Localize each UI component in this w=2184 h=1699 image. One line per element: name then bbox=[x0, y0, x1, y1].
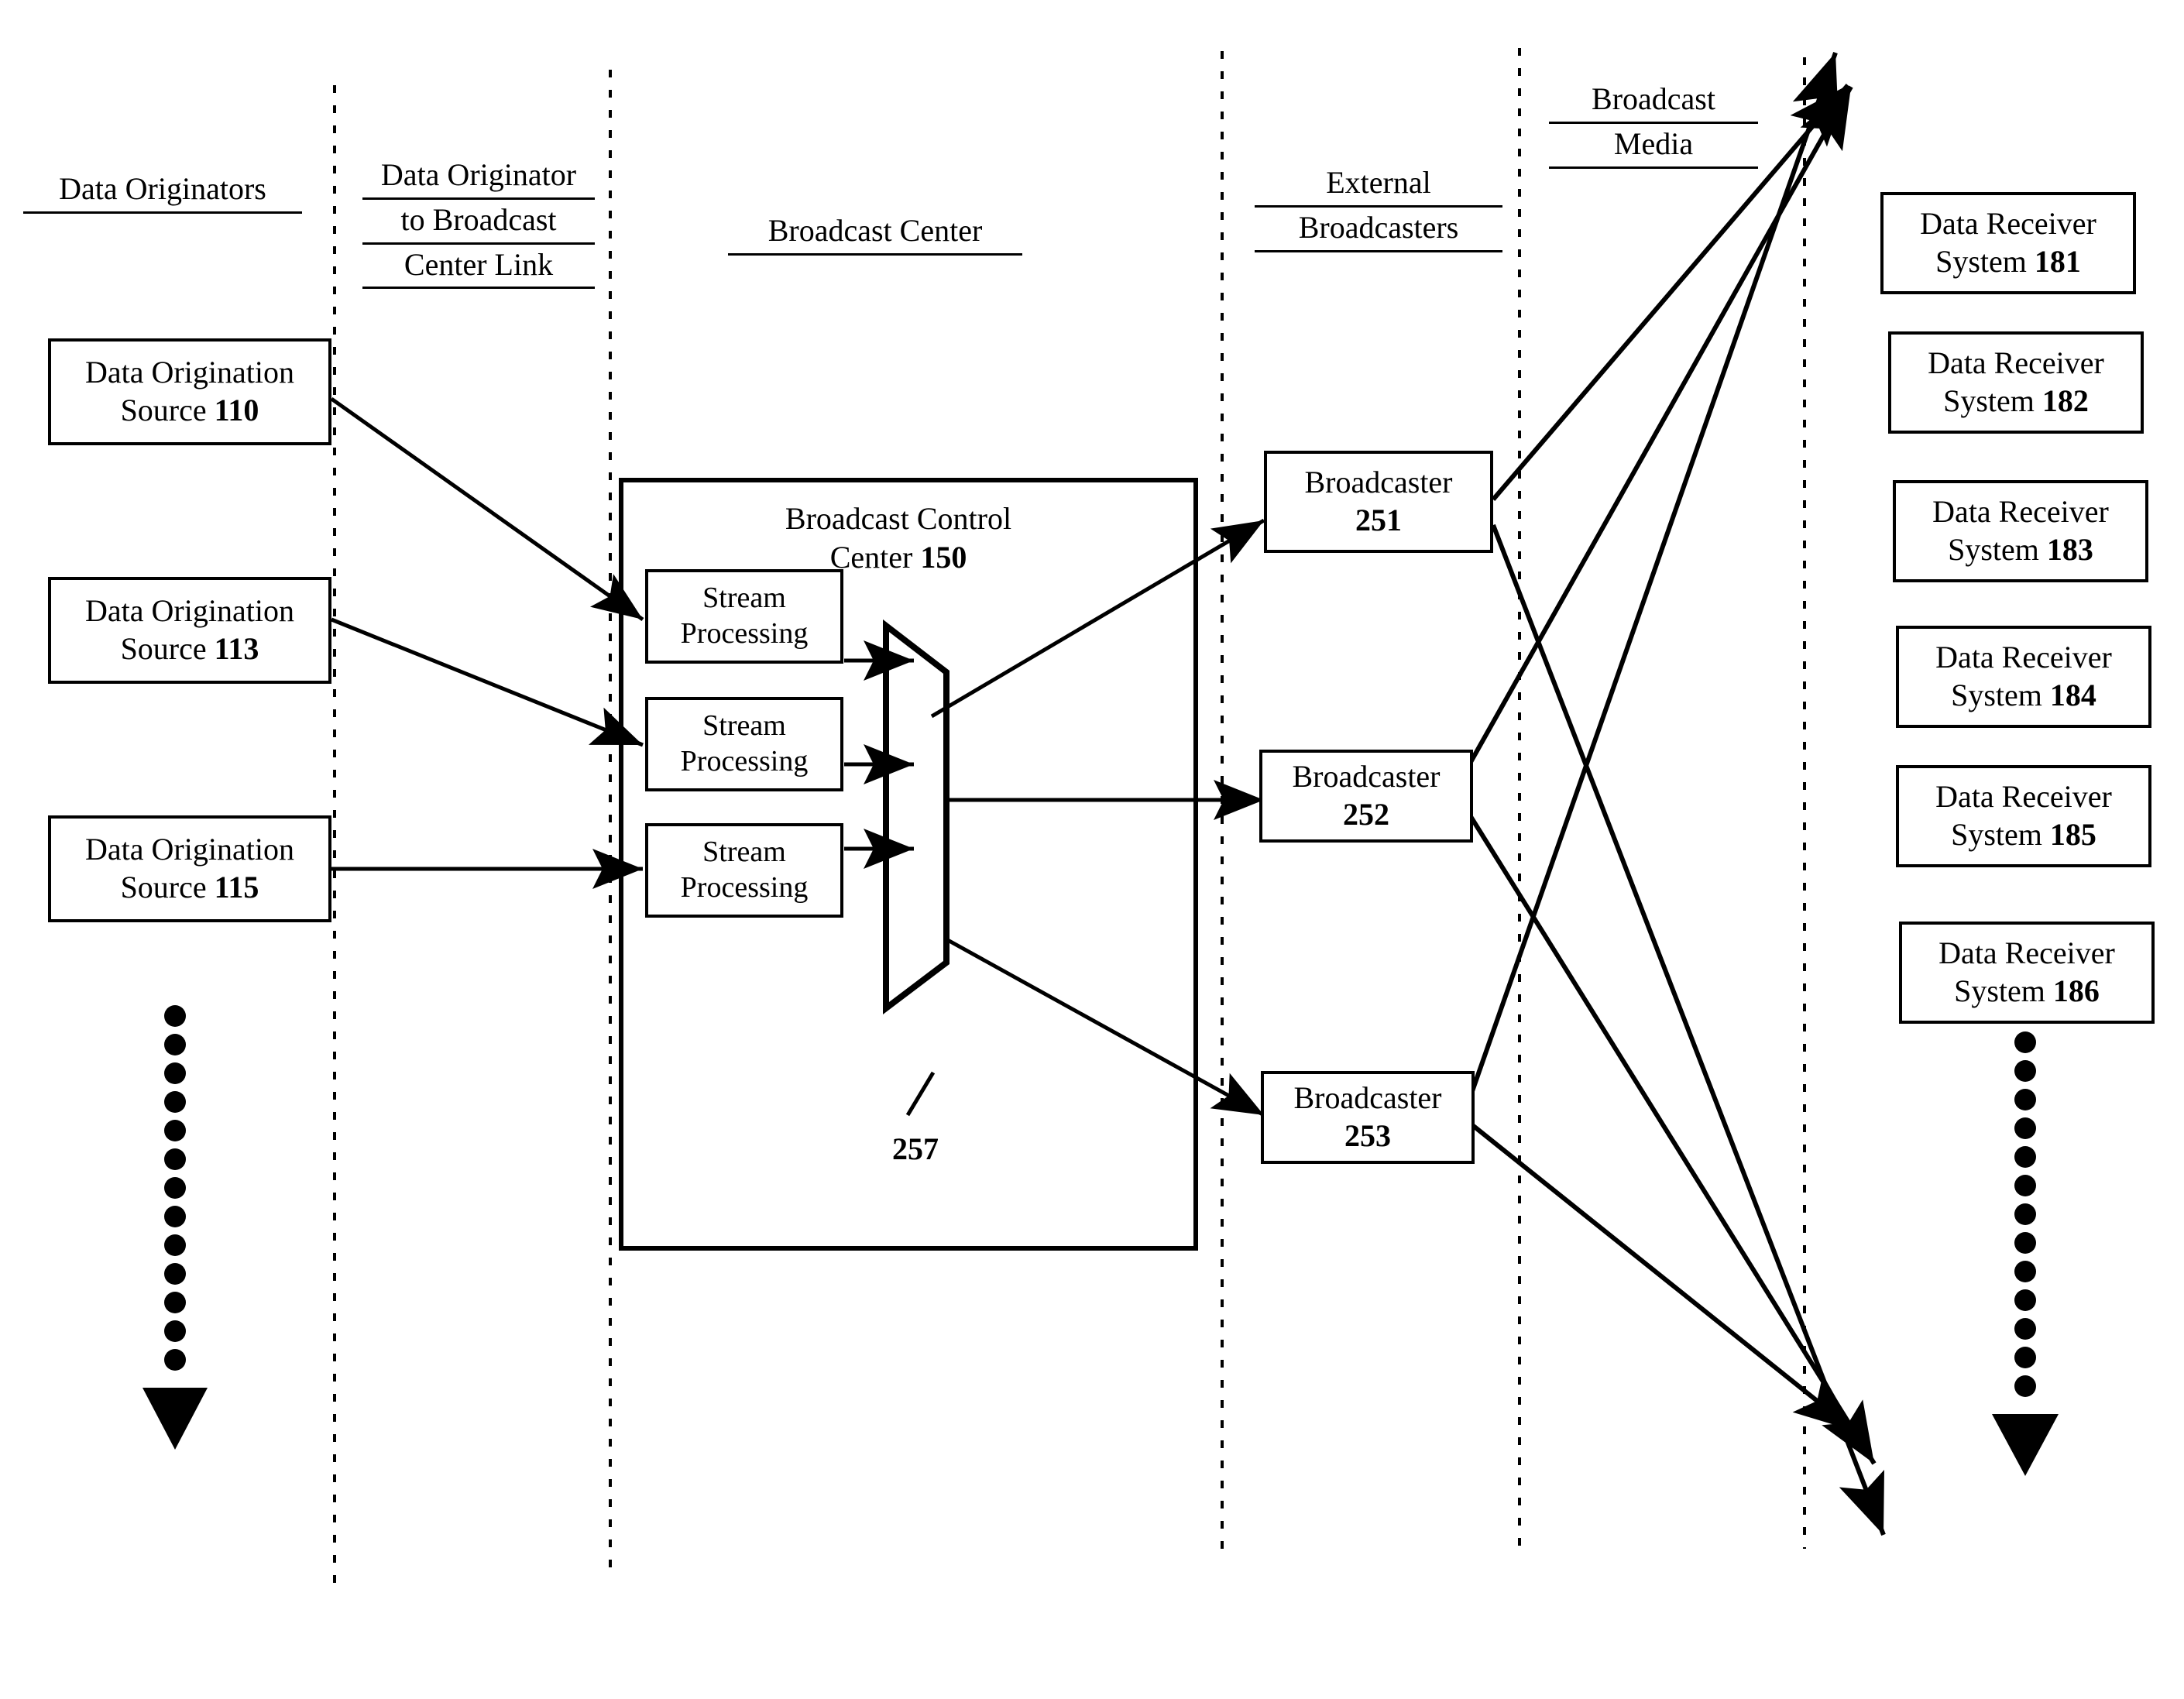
link-source110-to-sp1 bbox=[330, 396, 644, 622]
link-b253-down bbox=[1470, 1122, 1856, 1433]
node-line-2: System 183 bbox=[1948, 532, 2093, 567]
data-receiver-system-182[interactable]: Data Receiver System 182 bbox=[1888, 331, 2144, 434]
node-line-2: 253 bbox=[1344, 1118, 1391, 1153]
node-line-1: Data Origination bbox=[85, 832, 294, 867]
data-receiver-system-183[interactable]: Data Receiver System 183 bbox=[1893, 480, 2148, 582]
left-ellipsis-arrowhead bbox=[143, 1388, 208, 1450]
column-header-line: Broadcast Center bbox=[728, 211, 1022, 256]
data-receiver-system-186[interactable]: Data Receiver System 186 bbox=[1899, 922, 2155, 1024]
node-line-2: Source 110 bbox=[120, 393, 259, 427]
mux-to-broadcaster-links bbox=[930, 518, 1265, 1117]
sp-line-1: Stream bbox=[702, 709, 786, 743]
broadcaster-251[interactable]: Broadcaster 251 bbox=[1264, 451, 1493, 553]
column-header-line: External bbox=[1255, 163, 1502, 208]
link-mux-to-broadcaster253 bbox=[945, 937, 1265, 1117]
stream-to-mux-links bbox=[844, 640, 914, 870]
column-header-line: Media bbox=[1549, 124, 1758, 169]
node-line-2: Source 113 bbox=[120, 631, 259, 666]
sp-line-2: Processing bbox=[680, 871, 809, 904]
node-line-1: Data Receiver bbox=[1928, 345, 2104, 381]
node-line-1: Broadcaster bbox=[1304, 465, 1453, 500]
column-header-line: Broadcasters bbox=[1255, 208, 1502, 252]
broadcaster-252[interactable]: Broadcaster 252 bbox=[1259, 750, 1473, 843]
left-ellipsis-arrow bbox=[143, 1005, 208, 1450]
node-line-2: System 186 bbox=[1954, 973, 2100, 1008]
node-line-1: Data Origination bbox=[85, 593, 294, 629]
node-line-1: Data Origination bbox=[85, 355, 294, 390]
node-line-1: Data Receiver bbox=[1932, 494, 2109, 530]
column-header-line: Data Originator bbox=[362, 155, 595, 200]
right-ellipsis-arrowhead bbox=[1992, 1414, 2059, 1476]
data-receiver-system-184[interactable]: Data Receiver System 184 bbox=[1896, 626, 2151, 728]
node-line-1: Data Receiver bbox=[1935, 779, 2112, 815]
data-origination-source-115[interactable]: Data Origination Source 115 bbox=[48, 815, 331, 922]
column-header-line: to Broadcast bbox=[362, 200, 595, 245]
column-header-data-originators: Data Originators bbox=[23, 169, 302, 214]
stream-processing-3[interactable]: Stream Processing bbox=[645, 823, 843, 918]
data-origination-source-110[interactable]: Data Origination Source 110 bbox=[48, 338, 331, 445]
figure-canvas: Data Originators Data Originator to Broa… bbox=[0, 0, 2184, 1699]
link-b252-up bbox=[1461, 85, 1853, 776]
column-header-broadcast-center: Broadcast Center bbox=[728, 211, 1022, 256]
column-header-line: Data Originators bbox=[23, 169, 302, 214]
column-header-broadcast-media: Broadcast Media bbox=[1549, 79, 1758, 169]
data-receiver-system-181[interactable]: Data Receiver System 181 bbox=[1880, 192, 2136, 294]
multiplexer-257-label: 257 bbox=[892, 1131, 939, 1166]
node-line-1: Data Receiver bbox=[1935, 640, 2112, 675]
node-line-1: Broadcaster bbox=[1292, 759, 1441, 795]
column-header-external-broadcasters: External Broadcasters bbox=[1255, 163, 1502, 252]
node-line-2: System 185 bbox=[1951, 817, 2096, 852]
node-line-2: System 182 bbox=[1943, 383, 2089, 418]
multiplexer-257-leader bbox=[905, 1071, 936, 1117]
data-origination-source-113[interactable]: Data Origination Source 113 bbox=[48, 577, 331, 684]
sp-line-2: Processing bbox=[680, 745, 809, 777]
sp-line-1: Stream bbox=[702, 582, 786, 615]
broadcast-control-center-title: Broadcast Control Center 150 bbox=[728, 499, 1069, 577]
node-line-2: 252 bbox=[1343, 797, 1389, 832]
sp-line-2: Processing bbox=[680, 617, 809, 650]
multiplexer-257-shape bbox=[883, 619, 949, 1015]
node-line-1: Broadcaster bbox=[1293, 1080, 1442, 1116]
right-ellipsis-arrow bbox=[1992, 1031, 2059, 1476]
node-line-2: Source 115 bbox=[120, 870, 259, 904]
stream-processing-1[interactable]: Stream Processing bbox=[645, 569, 843, 664]
node-line-2: 251 bbox=[1355, 503, 1402, 537]
data-receiver-system-185[interactable]: Data Receiver System 185 bbox=[1896, 765, 2151, 867]
column-header-originator-link: Data Originator to Broadcast Center Link bbox=[362, 155, 595, 290]
source-to-stream-links bbox=[330, 396, 644, 890]
column-header-line: Center Link bbox=[362, 245, 595, 290]
column-header-line: Broadcast bbox=[1549, 79, 1758, 124]
bcc-title-line-1: Broadcast Control bbox=[785, 501, 1012, 536]
sp-line-1: Stream bbox=[702, 836, 786, 869]
node-line-1: Data Receiver bbox=[1920, 206, 2096, 242]
node-line-2: System 184 bbox=[1951, 678, 2096, 712]
link-b252-down bbox=[1461, 804, 1877, 1465]
broadcaster-253[interactable]: Broadcaster 253 bbox=[1261, 1071, 1475, 1164]
broadcast-media-links bbox=[1461, 52, 1886, 1536]
node-line-1: Data Receiver bbox=[1938, 935, 2115, 971]
node-line-2: System 181 bbox=[1935, 244, 2081, 279]
stream-processing-2[interactable]: Stream Processing bbox=[645, 697, 843, 791]
link-source113-to-sp2 bbox=[331, 617, 644, 747]
